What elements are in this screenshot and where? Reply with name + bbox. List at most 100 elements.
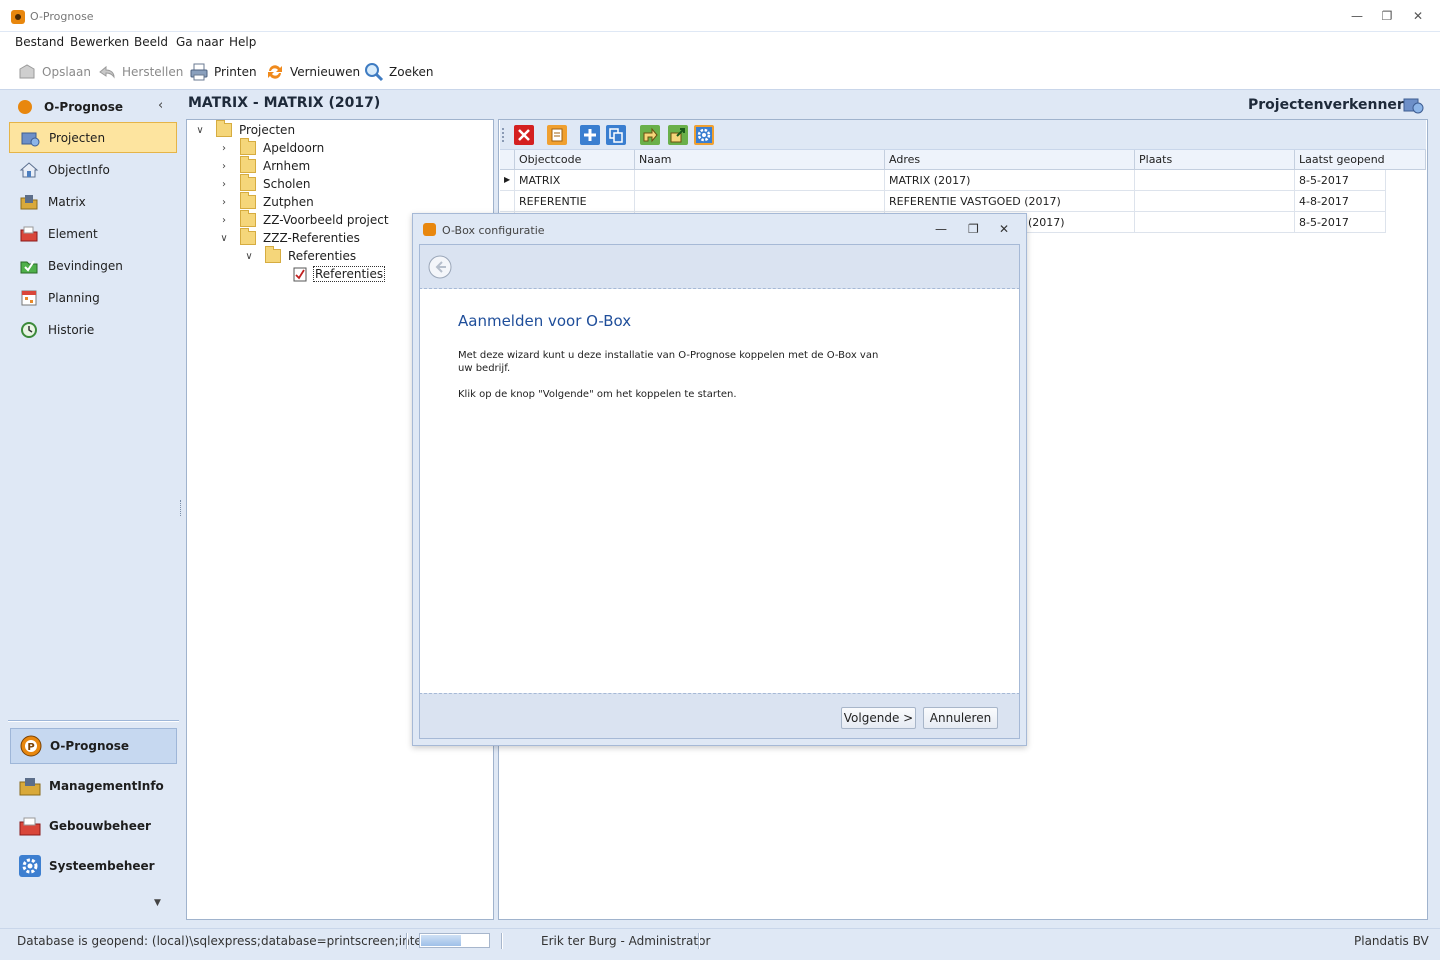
tree-node-zz-voorbeeld[interactable]: › ZZ-Voorbeeld project: [218, 210, 389, 229]
tree-node-apeldoorn[interactable]: › Apeldoorn: [218, 138, 324, 157]
table-cell[interactable]: [1135, 212, 1295, 233]
nav-item-historie[interactable]: Historie: [9, 314, 177, 345]
tree-node-projecten[interactable]: ∨ Projecten: [194, 120, 295, 139]
export-icon[interactable]: [668, 125, 688, 145]
nav-divider: [8, 720, 179, 722]
expand-chevron-icon[interactable]: ∨: [194, 125, 206, 136]
back-arrow-icon[interactable]: [428, 255, 452, 279]
status-separator: [406, 933, 408, 949]
column-header-laatst-geopend[interactable]: Laatst geopend: [1295, 150, 1426, 170]
nav-item-matrix[interactable]: Matrix: [9, 186, 177, 217]
tree-node-referenties[interactable]: ∨ Referenties: [243, 246, 356, 265]
delete-icon[interactable]: [514, 125, 534, 145]
menu-beeld[interactable]: Beeld: [134, 35, 168, 49]
document-check-icon: [293, 267, 307, 282]
column-header-naam[interactable]: Naam: [635, 150, 885, 170]
wizard-header: [419, 244, 1020, 289]
wizard-body: Aanmelden voor O-Box Met deze wizard kun…: [419, 289, 1020, 693]
table-cell[interactable]: [1135, 191, 1295, 212]
menu-bestand[interactable]: Bestand: [15, 35, 64, 49]
group-gebouwbeheer[interactable]: Gebouwbeheer: [10, 808, 177, 844]
copy-icon[interactable]: [606, 125, 626, 145]
group-systeembeheer[interactable]: Systeembeheer: [10, 848, 177, 884]
nav-item-objectinfo[interactable]: ObjectInfo: [9, 154, 177, 185]
dialog-title-bar: O-Box configuratie — ❐ ✕: [413, 214, 1026, 244]
expand-chevron-icon[interactable]: ›: [218, 143, 230, 154]
print-button[interactable]: Printen: [189, 62, 257, 82]
save-icon: [17, 62, 37, 82]
nav-options-chevron-icon[interactable]: ▼: [154, 898, 161, 908]
nav-header-title: O-Prognose: [44, 100, 124, 114]
menu-ga-naar[interactable]: Ga naar: [176, 35, 224, 49]
import-icon[interactable]: [640, 125, 660, 145]
minimize-icon[interactable]: —: [1348, 8, 1366, 24]
next-button[interactable]: Volgende >: [841, 707, 916, 729]
collapse-chevron-icon[interactable]: ∨: [218, 233, 230, 244]
splitter-grip[interactable]: [180, 500, 183, 516]
table-cell[interactable]: [635, 170, 885, 191]
tree-node-zutphen[interactable]: › Zutphen: [218, 192, 314, 211]
collapse-chevron-icon[interactable]: ∨: [243, 251, 255, 262]
gebouwbeheer-icon: [18, 814, 42, 838]
nav-item-element[interactable]: Element: [9, 218, 177, 249]
table-cell[interactable]: [635, 191, 885, 212]
window-title: O-Prognose: [30, 10, 94, 23]
expand-chevron-icon[interactable]: ›: [218, 215, 230, 226]
column-header-plaats[interactable]: Plaats: [1135, 150, 1295, 170]
tree-node-arnhem[interactable]: › Arnhem: [218, 156, 310, 175]
column-header-adres[interactable]: Adres: [885, 150, 1135, 170]
nav-header: O-Prognose ‹: [8, 94, 179, 118]
expand-chevron-icon[interactable]: ›: [218, 179, 230, 190]
close-icon[interactable]: ✕: [1409, 8, 1427, 24]
refresh-button[interactable]: Vernieuwen: [265, 62, 360, 82]
nav-item-bevindingen[interactable]: Bevindingen: [9, 250, 177, 281]
cancel-button[interactable]: Annuleren: [923, 707, 998, 729]
table-cell[interactable]: 8-5-2017: [1295, 212, 1386, 233]
calendar-icon: [19, 288, 39, 308]
table-cell[interactable]: REFERENTIE VASTGOED (2017): [885, 191, 1135, 212]
dialog-close-icon[interactable]: ✕: [999, 222, 1009, 236]
section-title: Projectenverkenner: [1248, 97, 1404, 113]
search-button[interactable]: Zoeken: [364, 62, 433, 82]
table-cell[interactable]: 8-5-2017: [1295, 170, 1386, 191]
table-cell[interactable]: 4-8-2017: [1295, 191, 1386, 212]
column-header-objectcode[interactable]: Objectcode: [515, 150, 635, 170]
matrix-folder-icon: [19, 192, 39, 212]
table-cell[interactable]: [1135, 170, 1295, 191]
o-prognose-group-icon: P: [19, 734, 43, 758]
app-icon: [11, 10, 25, 24]
menu-help[interactable]: Help: [229, 35, 256, 49]
table-cell[interactable]: MATRIX (2017): [885, 170, 1135, 191]
table-cell[interactable]: MATRIX: [515, 170, 635, 191]
tree-node-scholen[interactable]: › Scholen: [218, 174, 310, 193]
expand-chevron-icon[interactable]: ›: [218, 197, 230, 208]
row-indicator: [500, 191, 515, 212]
tree-node-referenties-leaf[interactable]: Referenties: [293, 265, 386, 283]
dialog-maximize-icon[interactable]: ❐: [968, 222, 979, 236]
obox-config-dialog: O-Box configuratie — ❐ ✕ Aanmelden voor …: [412, 213, 1027, 746]
restore-icon[interactable]: ❐: [1378, 8, 1396, 24]
group-managementinfo[interactable]: ManagementInfo: [10, 768, 177, 804]
open-document-icon[interactable]: [547, 125, 567, 145]
nav-item-projecten[interactable]: Projecten: [9, 122, 177, 153]
tree-node-zzz-referenties[interactable]: ∨ ZZZ-Referenties: [218, 228, 360, 247]
wizard-text-line-1: Met deze wizard kunt u deze installatie …: [458, 350, 879, 361]
gear-icon: [18, 854, 42, 878]
status-separator: [501, 933, 503, 949]
expand-chevron-icon[interactable]: ›: [218, 161, 230, 172]
nav-item-planning[interactable]: Planning: [9, 282, 177, 313]
status-bar: Database is geopend: (local)\sqlexpress;…: [0, 928, 1440, 960]
group-o-prognose[interactable]: P O-Prognose: [10, 728, 177, 764]
restore-button[interactable]: Herstellen: [97, 62, 183, 82]
menu-bewerken[interactable]: Bewerken: [70, 35, 129, 49]
settings-gear-icon[interactable]: [694, 125, 714, 145]
save-button[interactable]: Opslaan: [17, 62, 91, 82]
toolbar: Opslaan Herstellen Printen Vernieuwen Zo…: [0, 52, 1440, 90]
o-prognose-icon: [18, 100, 32, 114]
dialog-minimize-icon[interactable]: —: [935, 222, 947, 236]
table-cell[interactable]: REFERENTIE: [515, 191, 635, 212]
add-icon[interactable]: [580, 125, 600, 145]
collapse-nav-icon[interactable]: ‹: [158, 98, 163, 113]
printer-icon: [189, 62, 209, 82]
dialog-title: O-Box configuratie: [442, 224, 545, 237]
